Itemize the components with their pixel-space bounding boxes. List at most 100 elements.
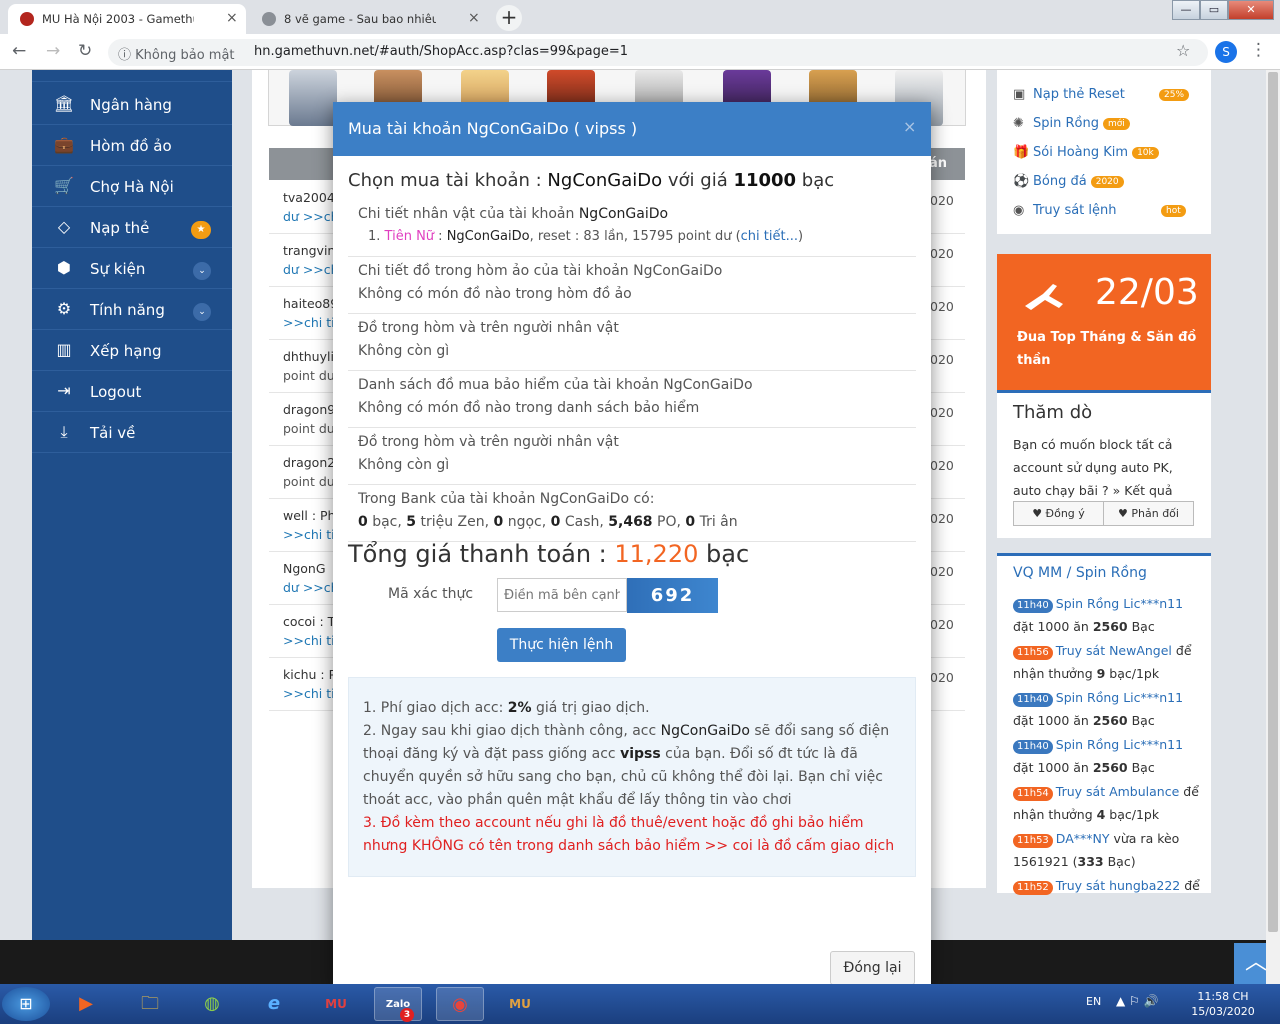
row-detail[interactable]: point dư (283, 368, 335, 383)
right-menu-label: Sói Hoàng Kim (1033, 145, 1129, 160)
spin-log-entry: 11h54 Truy sát Ambulance để nhận thưởng 4… (1013, 780, 1203, 826)
character-details-section: Chi tiết nhân vật của tài khoản NgConGai… (348, 200, 916, 257)
log-link[interactable]: Spin Rồng Lic***n11 (1056, 690, 1183, 705)
reload-icon[interactable]: ↻ (78, 41, 92, 61)
sidebar-item-tinh-nang[interactable]: ⚙ Tính năng ⌄ (32, 289, 232, 330)
log-link[interactable]: Truy sát Ambulance (1056, 784, 1179, 799)
tab-close-icon[interactable]: × (468, 10, 480, 26)
internet-explorer-icon[interactable]: e (250, 987, 298, 1021)
minimize-button[interactable]: — (1172, 0, 1200, 20)
chevron-down-icon[interactable]: ⌄ (193, 262, 211, 280)
poll-disagree-button[interactable]: ♥ Phản đối (1103, 501, 1194, 526)
log-link[interactable]: Spin Rồng Lic***n11 (1056, 596, 1183, 611)
file-explorer-icon[interactable]: 🗀 (126, 987, 174, 1021)
sidebar-item-nap-the[interactable]: ◇ Nạp thẻ ★ (32, 207, 232, 248)
tab-title: MU Hà Nội 2003 - GamethuVN.net (42, 12, 194, 26)
mu-game-icon[interactable]: MU (312, 987, 360, 1021)
log-tail: Bạc (1127, 619, 1155, 634)
forward-icon[interactable]: → (46, 41, 60, 61)
buy-price: 11000 (733, 170, 797, 191)
maximize-button[interactable]: ▭ (1200, 0, 1228, 20)
log-link[interactable]: Truy sát hungba222 (1056, 878, 1180, 893)
new-tab-button[interactable]: + (496, 5, 522, 31)
modal-close-icon[interactable]: × (903, 117, 916, 136)
mu-launcher-icon[interactable]: MU (496, 987, 544, 1021)
bank-values: 0 bạc, 5 triệu Zen, 0 ngọc, 0 Cash, 5,46… (358, 514, 738, 530)
log-time-badge: 11h53 (1013, 834, 1053, 848)
sidebar-item-cho-ha-noi[interactable]: 🛒 Chợ Hà Nội (32, 166, 232, 207)
log-link[interactable]: DA***NY (1056, 831, 1110, 846)
sidebar-item-hom-do-ao[interactable]: 💼 Hòm đồ ảo (32, 125, 232, 166)
captcha-input[interactable] (497, 578, 627, 612)
scrollbar-thumb[interactable] (1268, 72, 1278, 932)
tab-mu-hanoi[interactable]: MU Hà Nội 2003 - GamethuVN.net × (8, 4, 246, 34)
note-fee: 2% (507, 700, 532, 716)
right-menu-nap-the-reset[interactable]: ▣ Nạp thẻ Reset (1013, 87, 1125, 102)
sidebar-item-logout[interactable]: ⇥ Logout (32, 371, 232, 412)
right-menu-spin-rong[interactable]: ✺ Spin Rồng mới (1013, 116, 1130, 131)
row-detail[interactable]: dư >>ch (283, 209, 339, 224)
clock-date: 15/03/2020 (1191, 1005, 1255, 1018)
notes-box: 1. Phí giao dịch acc: 2% giá trị giao dị… (348, 677, 916, 877)
security-indicator[interactable]: ⓘ Không bảo mật (118, 44, 235, 63)
buy-account-modal: Mua tài khoản NgConGaiDo ( vipss ) × Chọ… (333, 102, 931, 986)
sidebar-item-tai-ve[interactable]: ⤓ Tải về (32, 412, 232, 453)
sidebar-item-xep-hang[interactable]: ▥ Xếp hạng (32, 330, 232, 371)
row-detail[interactable]: dư >>ch (283, 580, 339, 595)
spinner-icon: ✺ (1013, 116, 1024, 131)
log-time-badge: 11h56 (1013, 646, 1053, 660)
poll-agree-button[interactable]: ♥ Đồng ý (1013, 501, 1104, 526)
char-portrait[interactable] (289, 70, 337, 126)
row-detail[interactable]: dư >>ch (283, 262, 339, 277)
sidebar-item-ngan-hang[interactable]: 🏛 Ngân hàng (32, 84, 232, 125)
right-menu-bong-da[interactable]: ⚽ Bóng đá 2020 (1013, 174, 1124, 189)
badge-25: 25% (1159, 89, 1190, 101)
note-2: 2. Ngay sau khi giao dịch thành công, ac… (363, 720, 901, 812)
profile-avatar[interactable]: S (1215, 41, 1237, 63)
right-menu-soi-hoang-kim[interactable]: 🎁 Sói Hoàng Kim 10k (1013, 145, 1159, 160)
virtual-chest-section: Chi tiết đồ trong hòm ảo của tài khoản N… (348, 257, 916, 314)
log-time-badge: 11h40 (1013, 599, 1053, 613)
app-green-icon[interactable]: ◍ (188, 987, 236, 1021)
zalo-icon[interactable]: Zalo 3 (374, 987, 422, 1022)
total-price: Tổng giá thanh toán : 11,220 bạc (348, 540, 749, 568)
note-text: 1. Phí giao dịch acc: (363, 700, 508, 716)
inventory-section-2: Đồ trong hòm và trên người nhân vật Không… (348, 428, 916, 485)
row-account: NgonG (283, 561, 326, 576)
close-modal-button[interactable]: Đóng lại (830, 951, 915, 985)
close-window-button[interactable]: ✕ (1228, 0, 1274, 20)
sidebar-item-su-kien[interactable]: ⬢ Sự kiện ⌄ (32, 248, 232, 289)
back-icon[interactable]: ← (12, 41, 26, 61)
section-value: Không còn gì (358, 343, 450, 359)
chrome-icon[interactable]: ◉ (436, 987, 484, 1021)
bank-value: 0 (493, 514, 504, 530)
log-link[interactable]: Truy sát NewAngel (1056, 643, 1172, 658)
right-menu-truy-sat-lenh[interactable]: ◉ Truy sát lệnh (1013, 203, 1117, 218)
promo-banner[interactable]: 22/03 Đua Top Tháng & Săn đồ thần (997, 254, 1211, 390)
badge-10k: 10k (1132, 146, 1159, 159)
start-button[interactable]: ⊞ (2, 987, 50, 1021)
buy-account-name: NgConGaiDo (547, 170, 663, 191)
warrior-icon (1025, 284, 1063, 310)
media-player-icon[interactable]: ▶ (62, 987, 110, 1021)
row-detail[interactable]: point dư (283, 474, 335, 489)
submit-button[interactable]: Thực hiện lệnh (497, 628, 626, 662)
bookmark-star-icon[interactable]: ☆ (1176, 41, 1190, 60)
spin-title[interactable]: VQ MM / Spin Rồng (1013, 565, 1147, 581)
sidebar-cut-item (32, 70, 232, 82)
char-detail-link[interactable]: chi tiết... (741, 229, 798, 244)
tab-close-icon[interactable]: × (226, 10, 238, 26)
log-link[interactable]: Spin Rồng Lic***n11 (1056, 737, 1183, 752)
tab-8ve-game[interactable]: 8 vẽ game - Sau bao nhiêu năm... × (250, 4, 490, 34)
url-text[interactable]: hn.gamethuvn.net/#auth/ShopAcc.asp?clas=… (254, 44, 628, 59)
browser-menu-icon[interactable]: ⋮ (1250, 40, 1267, 60)
language-indicator[interactable]: EN (1086, 995, 1101, 1008)
poll-box: Thăm dò Bạn có muốn block tất cả account… (997, 390, 1211, 538)
taskbar-clock[interactable]: 11:58 CH 15/03/2020 (1188, 989, 1258, 1019)
row-detail[interactable]: point dư (283, 421, 335, 436)
zalo-notification-badge: 3 (400, 1008, 414, 1022)
chevron-down-icon[interactable]: ⌄ (193, 303, 211, 321)
system-tray-icons[interactable]: ▲ ⚐ 🔊 (1116, 994, 1159, 1008)
log-text: đặt 1000 ăn (1013, 619, 1093, 634)
badge-2020: 2020 (1090, 175, 1124, 188)
